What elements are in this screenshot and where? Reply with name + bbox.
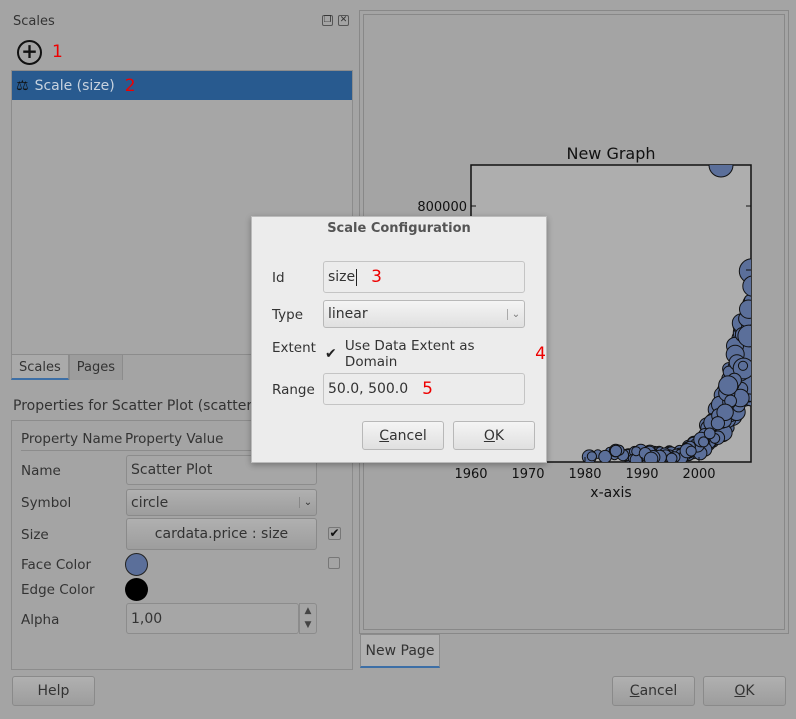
chevron-down-icon: ⌄ — [507, 308, 524, 320]
mnemonic: O — [734, 683, 746, 699]
plus-icon: + — [21, 39, 38, 63]
extent-checkbox[interactable]: ✔ Use Data Extent as Domain 4 — [325, 338, 546, 370]
scatter-point — [737, 360, 749, 371]
type-label: Type — [272, 307, 304, 323]
dialog-cancel-button[interactable]: Cancel — [362, 421, 444, 450]
scatter-point — [739, 299, 751, 319]
symbol-value: circle — [131, 494, 169, 511]
chevron-down-icon: ⌄ — [299, 497, 316, 508]
size-binding-button[interactable]: cardata.price : size — [126, 518, 317, 550]
x-tick-label: 1990 — [625, 467, 658, 482]
x-tick-label: 1970 — [511, 467, 544, 482]
cancel-button[interactable]: Cancel — [612, 676, 695, 706]
extent-label: Extent — [272, 340, 316, 356]
face-color-swatch[interactable] — [125, 553, 148, 576]
increment-icon[interactable]: ▲ — [300, 604, 316, 618]
scatter-point — [708, 165, 734, 178]
range-input[interactable]: 50.0, 500.0 5 — [323, 373, 525, 405]
tab-new-page[interactable]: New Page — [360, 634, 440, 668]
scales-dock-title: Scales — [13, 14, 55, 29]
scale-item-label: Scale (size) — [34, 77, 115, 94]
graph-title: New Graph — [566, 144, 655, 163]
scale-balance-icon: ⚖ — [16, 77, 29, 94]
scale-configuration-dialog: Scale Configuration Id size 3 Type linea… — [251, 216, 547, 463]
symbol-label: Symbol — [21, 495, 72, 511]
tab-scales[interactable]: Scales — [11, 354, 69, 380]
face-color-label: Face Color — [21, 557, 92, 573]
size-checkbox[interactable]: ✔ — [328, 527, 341, 540]
x-axis-label: x-axis — [590, 485, 631, 501]
name-label: Name — [21, 463, 61, 479]
header-property-name: Property Name — [21, 431, 123, 447]
button-label: ancel — [389, 427, 427, 444]
scatter-point — [643, 451, 659, 462]
range-label: Range — [272, 382, 315, 398]
header-property-value: Property Value — [125, 431, 224, 447]
scatter-point — [685, 445, 697, 457]
dock-tabs: Scales Pages — [11, 354, 123, 380]
scatter-point — [703, 427, 716, 440]
annotation-marker: 1 — [52, 42, 63, 62]
checkmark-icon: ✔ — [325, 346, 337, 362]
alpha-label: Alpha — [21, 612, 60, 628]
button-label: K — [494, 427, 505, 444]
edge-color-label: Edge Color — [21, 582, 95, 598]
ok-button[interactable]: OK — [703, 676, 786, 706]
x-tick-label: 1980 — [568, 467, 601, 482]
alpha-stepper[interactable]: ▲ ▼ — [299, 603, 317, 634]
help-button[interactable]: Help — [12, 676, 95, 706]
edge-color-swatch[interactable] — [125, 578, 148, 601]
type-value: linear — [328, 306, 368, 322]
dialog-title: Scale Configuration — [327, 221, 471, 236]
type-select[interactable]: linear ⌄ — [323, 300, 525, 328]
alpha-spinbox[interactable]: 1,00 — [126, 603, 299, 634]
close-dock-icon[interactable]: ✕ — [338, 15, 349, 26]
range-value: 50.0, 500.0 — [328, 381, 409, 397]
dialog-ok-button[interactable]: OK — [453, 421, 535, 450]
x-tick-label: 1960 — [454, 467, 487, 482]
annotation-marker: 4 — [535, 344, 546, 364]
tab-pages[interactable]: Pages — [68, 354, 123, 380]
text-cursor — [356, 268, 358, 286]
decrement-icon[interactable]: ▼ — [300, 618, 316, 632]
face-color-checkbox[interactable] — [328, 557, 340, 569]
add-scale-button[interactable]: + — [17, 40, 42, 65]
scatter-point — [710, 416, 725, 431]
button-label: K — [745, 683, 755, 699]
mnemonic: C — [629, 683, 640, 699]
id-label: Id — [272, 270, 285, 286]
scale-list-item[interactable]: ⚖ Scale (size) 2 — [12, 71, 352, 100]
extent-checkbox-label: Use Data Extent as Domain — [344, 338, 475, 370]
size-label: Size — [21, 527, 49, 543]
y-tick-label: 800000 — [417, 200, 467, 215]
properties-title: Properties for Scatter Plot (scatter) — [13, 398, 258, 414]
scatter-point — [586, 451, 597, 462]
mnemonic: O — [483, 427, 495, 444]
scatter-point — [609, 444, 623, 458]
float-dock-icon[interactable]: ❐ — [322, 15, 333, 26]
annotation-marker: 2 — [124, 75, 136, 96]
scatter-point — [737, 324, 751, 348]
scatter-point — [742, 275, 751, 297]
annotation-marker: 3 — [371, 267, 382, 287]
button-label: ancel — [639, 683, 678, 699]
id-input[interactable]: size 3 — [323, 261, 525, 293]
id-value: size — [328, 269, 356, 285]
annotation-marker: 5 — [422, 379, 433, 399]
symbol-select[interactable]: circle ⌄ — [126, 489, 317, 516]
x-tick-label: 2000 — [682, 467, 715, 482]
mnemonic: C — [379, 427, 390, 444]
scatter-point — [718, 375, 739, 396]
